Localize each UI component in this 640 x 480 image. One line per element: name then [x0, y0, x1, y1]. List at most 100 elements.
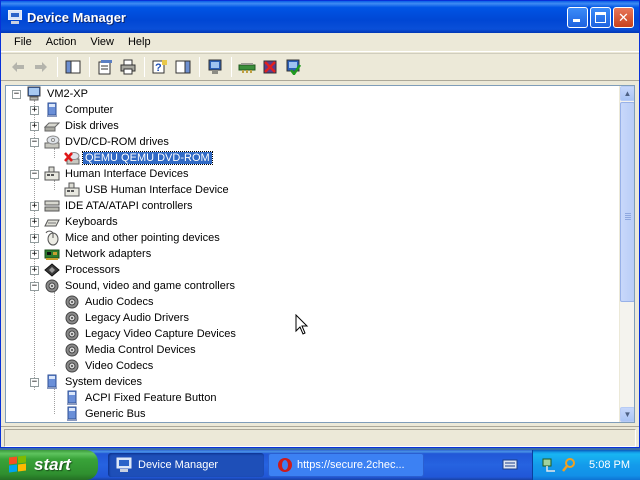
- tree-node-video-codecs[interactable]: Video Codecs: [64, 358, 155, 374]
- tree-node-label: Mice and other pointing devices: [65, 232, 220, 244]
- system-device-icon: [64, 390, 80, 406]
- show-hide-console-tree-button[interactable]: [62, 56, 84, 78]
- menu-action[interactable]: Action: [39, 36, 84, 48]
- properties-button[interactable]: [94, 56, 116, 78]
- status-bar: [1, 426, 639, 447]
- expand-icon[interactable]: +: [30, 105, 39, 115]
- minimize-button[interactable]: [567, 7, 588, 28]
- tree-node-audio-codecs[interactable]: Audio Codecs: [64, 294, 156, 310]
- help-button[interactable]: ?: [149, 56, 171, 78]
- collapse-icon[interactable]: −: [30, 281, 39, 291]
- tree-node-disk-drives[interactable]: + Disk drives: [30, 118, 121, 134]
- keyboard-layout-icon[interactable]: [502, 458, 518, 471]
- menu-view[interactable]: View: [83, 36, 121, 48]
- tree-node-label: Disk drives: [65, 120, 119, 132]
- tree-node-qemu-dvd-rom[interactable]: QEMU QEMU DVD-ROM: [64, 150, 213, 166]
- title-bar[interactable]: Device Manager ✕: [1, 1, 639, 33]
- tree-node-mice[interactable]: + Mice and other pointing devices: [30, 230, 222, 246]
- tree-node-sound-video-game[interactable]: − Sound, video and game controllers: [30, 278, 237, 294]
- collapse-icon[interactable]: −: [12, 89, 21, 99]
- enable-button[interactable]: [282, 56, 304, 78]
- tree-node-label: Computer: [65, 104, 114, 116]
- sound-icon: [64, 358, 80, 374]
- hid-icon: [64, 182, 80, 198]
- collapse-icon[interactable]: −: [30, 169, 39, 179]
- collapse-icon[interactable]: −: [30, 137, 39, 147]
- computer-icon: [26, 86, 42, 102]
- ide-controller-icon: [44, 198, 60, 214]
- expand-icon[interactable]: +: [30, 265, 39, 275]
- grip-icon: [625, 213, 631, 214]
- expand-icon[interactable]: +: [30, 217, 39, 227]
- processor-icon: [44, 262, 60, 278]
- start-button[interactable]: start: [0, 450, 98, 480]
- scrollbar-thumb[interactable]: [620, 102, 634, 302]
- tree-node-usb-hid[interactable]: USB Human Interface Device: [64, 182, 231, 198]
- expand-icon[interactable]: +: [30, 233, 39, 243]
- tree-node-keyboards[interactable]: + Keyboards: [30, 214, 120, 230]
- scroll-down-button[interactable]: ▼: [620, 407, 634, 422]
- hid-icon: [44, 166, 60, 182]
- tree-node-human-interface-devices[interactable]: − Human Interface Devices: [30, 166, 191, 182]
- expand-icon[interactable]: +: [30, 201, 39, 211]
- windows-logo-icon: [8, 455, 28, 474]
- expand-icon[interactable]: +: [30, 121, 39, 131]
- mouse-cursor-icon: [295, 314, 309, 335]
- keyboard-icon: [44, 214, 60, 230]
- forward-button[interactable]: [30, 56, 52, 78]
- menu-file[interactable]: File: [7, 36, 39, 48]
- maximize-button[interactable]: [590, 7, 611, 28]
- scan-hardware-button[interactable]: [204, 56, 226, 78]
- tree-node-legacy-video-capture[interactable]: Legacy Video Capture Devices: [64, 326, 238, 342]
- taskbar-item-label: Device Manager: [138, 459, 219, 471]
- tree-node-label: Legacy Video Capture Devices: [85, 328, 236, 340]
- tree-node-label-selected: QEMU QEMU DVD-ROM: [82, 151, 213, 165]
- minimize-icon: [573, 19, 580, 22]
- tree-node-computer[interactable]: + Computer: [30, 102, 115, 118]
- tree-node-media-control-devices[interactable]: Media Control Devices: [64, 342, 198, 358]
- close-icon: ✕: [618, 10, 629, 25]
- tree-node-network-adapters[interactable]: + Network adapters: [30, 246, 153, 262]
- mouse-icon: [44, 230, 60, 246]
- network-tray-icon[interactable]: [541, 457, 557, 473]
- tree-node-processors[interactable]: + Processors: [30, 262, 122, 278]
- back-button[interactable]: [7, 56, 29, 78]
- menu-help[interactable]: Help: [121, 36, 158, 48]
- sound-icon: [64, 342, 80, 358]
- tree-node-label: ACPI Fixed Feature Button: [85, 392, 217, 404]
- svg-text:?: ?: [155, 62, 162, 74]
- tree-node-generic-bus[interactable]: Generic Bus: [64, 406, 148, 422]
- back-icon: [12, 62, 24, 72]
- tree-root[interactable]: − VM2-XP: [12, 86, 90, 102]
- tree-node-label: System devices: [65, 376, 143, 388]
- tree-node-legacy-audio-drivers[interactable]: Legacy Audio Drivers: [64, 310, 191, 326]
- expand-icon[interactable]: +: [30, 249, 39, 259]
- print-icon: [120, 59, 136, 75]
- start-label: start: [34, 455, 71, 474]
- taskbar-item-device-manager[interactable]: Device Manager: [108, 453, 264, 477]
- sound-icon: [64, 326, 80, 342]
- maximize-icon: [595, 12, 606, 23]
- tree-node-acpi-fixed-feature-button[interactable]: ACPI Fixed Feature Button: [64, 390, 218, 406]
- vertical-scrollbar[interactable]: ▲ ▼: [619, 86, 634, 422]
- tree-node-label: Audio Codecs: [85, 296, 154, 308]
- close-button[interactable]: ✕: [613, 7, 634, 28]
- collapse-icon[interactable]: −: [30, 377, 39, 387]
- tree-node-system-devices[interactable]: − System devices: [30, 374, 144, 390]
- device-tree-pane[interactable]: − VM2-XP + Computer + Disk drives − DVD/…: [5, 85, 635, 423]
- device-tree: − VM2-XP + Computer + Disk drives − DVD/…: [6, 86, 620, 422]
- uninstall-icon: [263, 60, 277, 74]
- uninstall-button[interactable]: [259, 56, 281, 78]
- tree-node-label: IDE ATA/ATAPI controllers: [65, 200, 193, 212]
- tree-node-dvd-cdrom-drives[interactable]: − DVD/CD-ROM drives: [30, 134, 171, 150]
- search-tray-icon[interactable]: [561, 457, 577, 473]
- scroll-up-button[interactable]: ▲: [620, 86, 634, 101]
- print-button[interactable]: [117, 56, 139, 78]
- show-hide-action-pane-button[interactable]: [172, 56, 194, 78]
- tree-node-ide-controllers[interactable]: + IDE ATA/ATAPI controllers: [30, 198, 195, 214]
- update-driver-button[interactable]: [236, 56, 258, 78]
- opera-browser-icon: [278, 458, 292, 472]
- status-panel: [4, 429, 636, 447]
- taskbar-item-browser[interactable]: https://secure.2chec...: [268, 453, 424, 477]
- clock[interactable]: 5:08 PM: [589, 459, 630, 471]
